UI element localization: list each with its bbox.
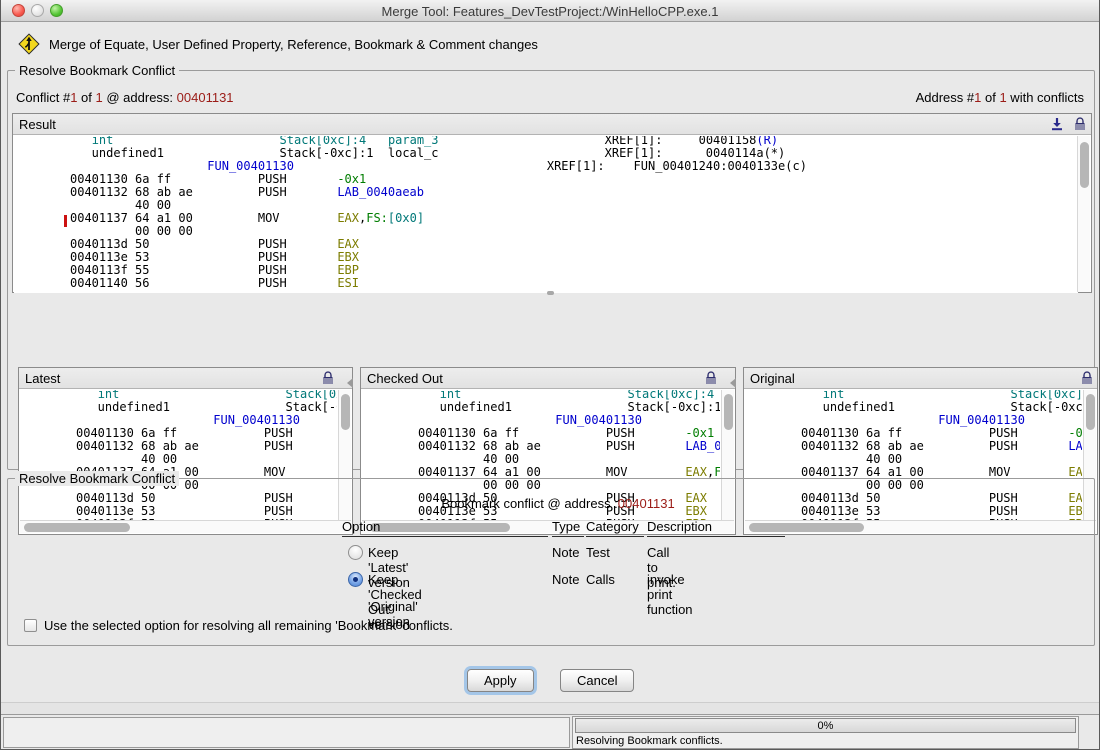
result-listing[interactable]: int Stack[0xc]:4 param_3 XREF[1]: 004011… xyxy=(14,136,1078,293)
resolve-option-group: Resolve Bookmark Conflict Bookmark confl… xyxy=(7,478,1095,646)
cancel-button[interactable]: Cancel xyxy=(560,669,634,692)
lock-icon[interactable] xyxy=(1074,117,1086,131)
original-panel-title: Original xyxy=(750,371,795,386)
result-vertical-scrollbar[interactable] xyxy=(1077,136,1090,292)
splitter-collapse-icon[interactable] xyxy=(347,378,353,388)
result-panel-header: Result xyxy=(13,114,1091,135)
result-panel-title: Result xyxy=(19,117,56,132)
scrollbar-thumb[interactable] xyxy=(1086,394,1095,430)
bookmark-description: invoke print function xyxy=(647,572,693,617)
keep-checked-out-radio[interactable] xyxy=(348,572,363,587)
progress-percent: 0% xyxy=(576,720,1075,732)
splitter-handle[interactable] xyxy=(547,291,554,295)
splitter-collapse-icon[interactable] xyxy=(730,378,736,388)
address-counter: Address #1 of 1 with conflicts xyxy=(916,90,1084,105)
result-panel: Result int xyxy=(12,113,1092,293)
checked-out-panel-header: Checked Out xyxy=(361,368,735,389)
group-label: Resolve Bookmark Conflict xyxy=(15,63,179,78)
latest-panel-title: Latest xyxy=(25,371,60,386)
bookmark-conflict-title: Bookmark conflict @ address :00401131 xyxy=(358,496,758,511)
scrollbar-thumb[interactable] xyxy=(341,394,350,430)
title-bar: Merge Tool: Features_DevTestProject:/Win… xyxy=(1,0,1099,22)
lock-icon[interactable] xyxy=(322,371,334,385)
keep-latest-radio[interactable] xyxy=(348,545,363,560)
latest-panel-header: Latest xyxy=(19,368,352,389)
merge-sign-icon xyxy=(18,33,40,55)
column-header-description: Description xyxy=(647,519,785,537)
banner-text: Merge of Equate, User Defined Property, … xyxy=(49,37,538,52)
status-message: Resolving Bookmark conflicts. xyxy=(576,735,723,747)
column-header-option: Option xyxy=(342,519,548,537)
lock-icon[interactable] xyxy=(705,371,717,385)
scrollbar-thumb[interactable] xyxy=(724,394,733,430)
column-header-type: Type xyxy=(552,519,584,537)
group-label: Resolve Bookmark Conflict xyxy=(15,471,179,486)
resolve-bookmark-conflict-group: Resolve Bookmark Conflict Conflict #1 of… xyxy=(7,70,1095,470)
column-header-category: Category xyxy=(586,519,644,537)
bookmark-category: Test xyxy=(586,545,610,560)
window-title: Merge Tool: Features_DevTestProject:/Win… xyxy=(1,4,1099,19)
status-strip xyxy=(1,702,1099,715)
merge-tool-window: Merge Tool: Features_DevTestProject:/Win… xyxy=(0,0,1100,750)
original-panel-header: Original xyxy=(744,368,1097,389)
bookmark-type: Note xyxy=(552,572,579,587)
apply-button[interactable]: Apply xyxy=(467,669,534,692)
use-for-all-label[interactable]: Use the selected option for resolving al… xyxy=(44,618,453,633)
bookmark-category: Calls xyxy=(586,572,615,587)
status-panel-right: 0% Resolving Bookmark conflicts. xyxy=(572,716,1079,749)
bookmark-type: Note xyxy=(552,545,579,560)
checked-out-panel-title: Checked Out xyxy=(367,371,443,386)
merge-phase-banner: Merge of Equate, User Defined Property, … xyxy=(1,22,1099,66)
lock-icon[interactable] xyxy=(1081,371,1093,385)
down-arrow-icon[interactable] xyxy=(1050,117,1064,131)
status-panel-left xyxy=(3,717,570,748)
listing-cursor xyxy=(64,215,67,227)
use-for-all-checkbox[interactable] xyxy=(24,619,37,632)
conflict-counter: Conflict #1 of 1 @ address: 00401131 xyxy=(16,90,234,105)
progress-bar: 0% xyxy=(575,718,1076,733)
scrollbar-thumb[interactable] xyxy=(1080,142,1089,188)
